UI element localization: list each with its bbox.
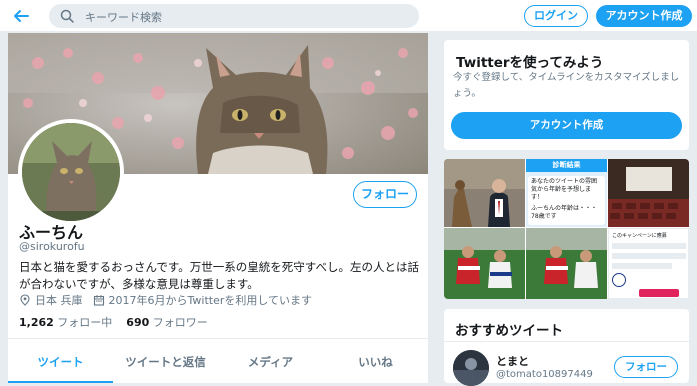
recommended-user-name[interactable]: とまと bbox=[496, 353, 529, 369]
signup-card-description: 今すぐ登録して、タイムラインをカスタマイズしましょう。 bbox=[453, 72, 680, 99]
diagnosis-result: ふーちんの年齢は・・・78歳です bbox=[531, 205, 598, 220]
media-thumb-diagnosis[interactable]: 診断結果 あなたのツイートの雰囲気から年齢を予想します！ ふーちんの年齢は・・・… bbox=[526, 159, 607, 227]
tab-tweets[interactable]: ツイート bbox=[8, 339, 113, 383]
profile-meta: 日本 兵庫 2017年6月からTwitterを利用しています bbox=[19, 292, 322, 308]
diagnosis-header: 診断結果 bbox=[526, 159, 607, 172]
follow-button[interactable]: フォロー bbox=[353, 181, 417, 208]
media-grid: 診断結果 あなたのツイートの雰囲気から年齢を予想します！ ふーちんの年齢は・・・… bbox=[444, 159, 689, 299]
tab-tweets-and-replies[interactable]: ツイートと返信 bbox=[113, 339, 218, 383]
media-thumb-theater[interactable] bbox=[608, 159, 689, 227]
back-arrow-icon[interactable] bbox=[12, 7, 30, 25]
profile-handle: @sirokurofu bbox=[19, 240, 85, 253]
divider bbox=[444, 341, 689, 342]
login-button[interactable]: ログイン bbox=[524, 5, 588, 27]
follow-counts: 1,262 フォロー中 690 フォロワー bbox=[19, 314, 208, 330]
following-link[interactable]: 1,262 フォロー中 bbox=[19, 316, 112, 329]
media-thumb-1[interactable] bbox=[444, 159, 525, 227]
recommended-card: おすすめツイート とまと @tomato10897449 フォロー bbox=[444, 309, 689, 386]
campaign-text: このキャンペーンに應募 bbox=[612, 233, 667, 239]
recommended-user-avatar[interactable] bbox=[453, 350, 489, 386]
profile-location: 日本 兵庫 bbox=[35, 294, 83, 307]
media-thumb-rugby-1[interactable] bbox=[444, 228, 525, 299]
following-label: フォロー中 bbox=[57, 316, 113, 329]
profile-bio: 日本と猫を愛するおっさんです。万世一系の皇統を死守すべし。左の人とは話が合わない… bbox=[19, 260, 419, 291]
search-input[interactable]: キーワード検索 bbox=[49, 4, 419, 28]
recommended-follow-button[interactable]: フォロー bbox=[614, 356, 678, 378]
followers-count: 690 bbox=[126, 316, 150, 329]
media-thumb-rugby-2[interactable] bbox=[526, 228, 607, 299]
signup-card-title: Twitterを使ってみよう bbox=[456, 55, 604, 71]
profile-tabs: ツイート ツイートと返信 メディア いいね bbox=[8, 338, 428, 383]
tab-likes[interactable]: いいね bbox=[323, 339, 428, 383]
signup-button[interactable]: アカウント作成 bbox=[596, 5, 692, 27]
signup-card-button[interactable]: アカウント作成 bbox=[451, 112, 682, 139]
location-item: 日本 兵庫 bbox=[19, 292, 83, 308]
profile-joined: 2017年6月からTwitterを利用しています bbox=[108, 294, 313, 307]
location-pin-icon bbox=[20, 294, 30, 306]
top-bar: キーワード検索 ログイン アカウント作成 bbox=[0, 0, 697, 32]
profile-avatar[interactable] bbox=[18, 119, 124, 225]
signup-card: Twitterを使ってみよう 今すぐ登録して、タイムラインをカスタマイズしましょ… bbox=[444, 40, 689, 150]
joined-item: 2017年6月からTwitterを利用しています bbox=[93, 292, 313, 308]
tab-media[interactable]: メディア bbox=[218, 339, 323, 383]
recommended-title: おすすめツイート bbox=[455, 323, 563, 339]
following-count: 1,262 bbox=[19, 316, 54, 329]
followers-link[interactable]: 690 フォロワー bbox=[126, 316, 207, 329]
calendar-icon bbox=[93, 295, 104, 306]
search-placeholder: キーワード検索 bbox=[85, 11, 162, 24]
diagnosis-text: あなたのツイートの雰囲気から年齢を予想します！ bbox=[531, 178, 598, 201]
media-thumb-campaign[interactable]: このキャンペーンに應募 bbox=[608, 228, 689, 299]
profile-panel: フォロー ふーちん @sirokurofu 日本と猫を愛するおっさんです。万世一… bbox=[8, 33, 428, 383]
followers-label: フォロワー bbox=[152, 316, 208, 329]
search-icon bbox=[60, 9, 74, 23]
recommended-user-handle: @tomato10897449 bbox=[496, 369, 593, 380]
